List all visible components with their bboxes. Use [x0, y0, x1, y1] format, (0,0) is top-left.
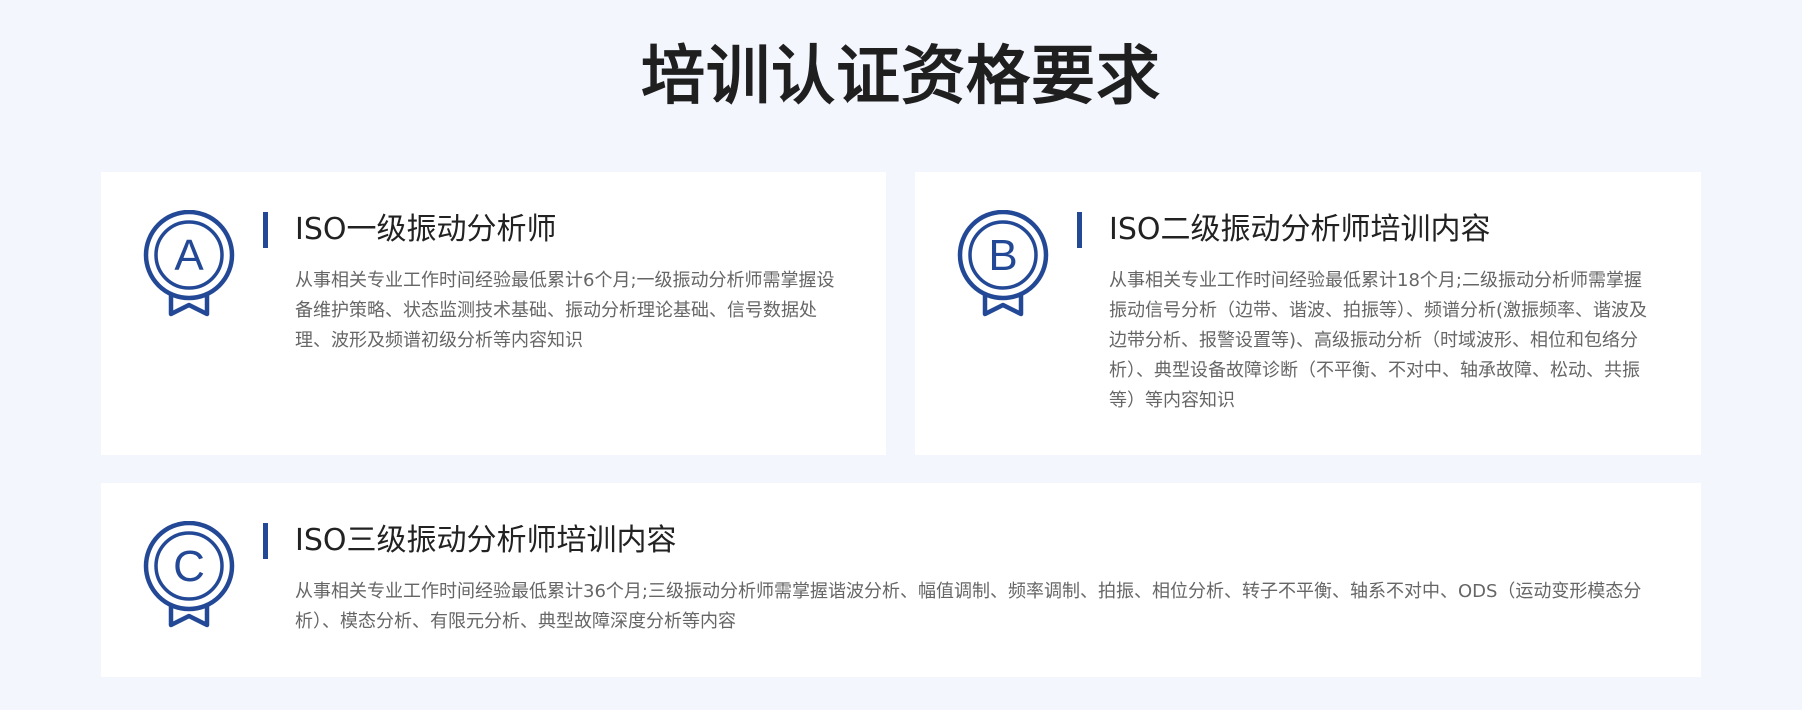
- badge-letter: A: [174, 231, 204, 280]
- level-2-card: B ISO二级振动分析师培训内容 从事相关专业工作时间经验最低累计18个月;二级…: [915, 172, 1701, 455]
- level-1-card: A ISO一级振动分析师 从事相关专业工作时间经验最低累计6个月;一级振动分析师…: [101, 172, 886, 455]
- award-ribbon-icon: A: [143, 210, 235, 317]
- card-title: ISO二级振动分析师培训内容: [1109, 212, 1491, 247]
- level-3-card: C ISO三级振动分析师培训内容 从事相关专业工作时间经验最低累计36个月;三级…: [101, 483, 1701, 677]
- heading-accent-bar: [1077, 212, 1082, 248]
- card-title: ISO一级振动分析师: [295, 212, 557, 247]
- heading-accent-bar: [263, 523, 268, 559]
- badge-letter: C: [173, 542, 205, 591]
- heading-accent-bar: [263, 212, 268, 248]
- card-description: 从事相关专业工作时间经验最低累计18个月;二级振动分析师需掌握振动信号分析（边带…: [1109, 270, 1648, 411]
- award-ribbon-icon: C: [143, 521, 235, 628]
- award-ribbon-icon: B: [957, 210, 1049, 317]
- badge-letter: B: [988, 231, 1017, 280]
- page-title: 培训认证资格要求: [641, 40, 1161, 114]
- card-description: 从事相关专业工作时间经验最低累计36个月;三级振动分析师需掌握谐波分析、幅值调制…: [295, 581, 1642, 632]
- card-description: 从事相关专业工作时间经验最低累计6个月;一级振动分析师需掌握设备维护策略、状态监…: [295, 270, 835, 351]
- card-title: ISO三级振动分析师培训内容: [295, 523, 677, 558]
